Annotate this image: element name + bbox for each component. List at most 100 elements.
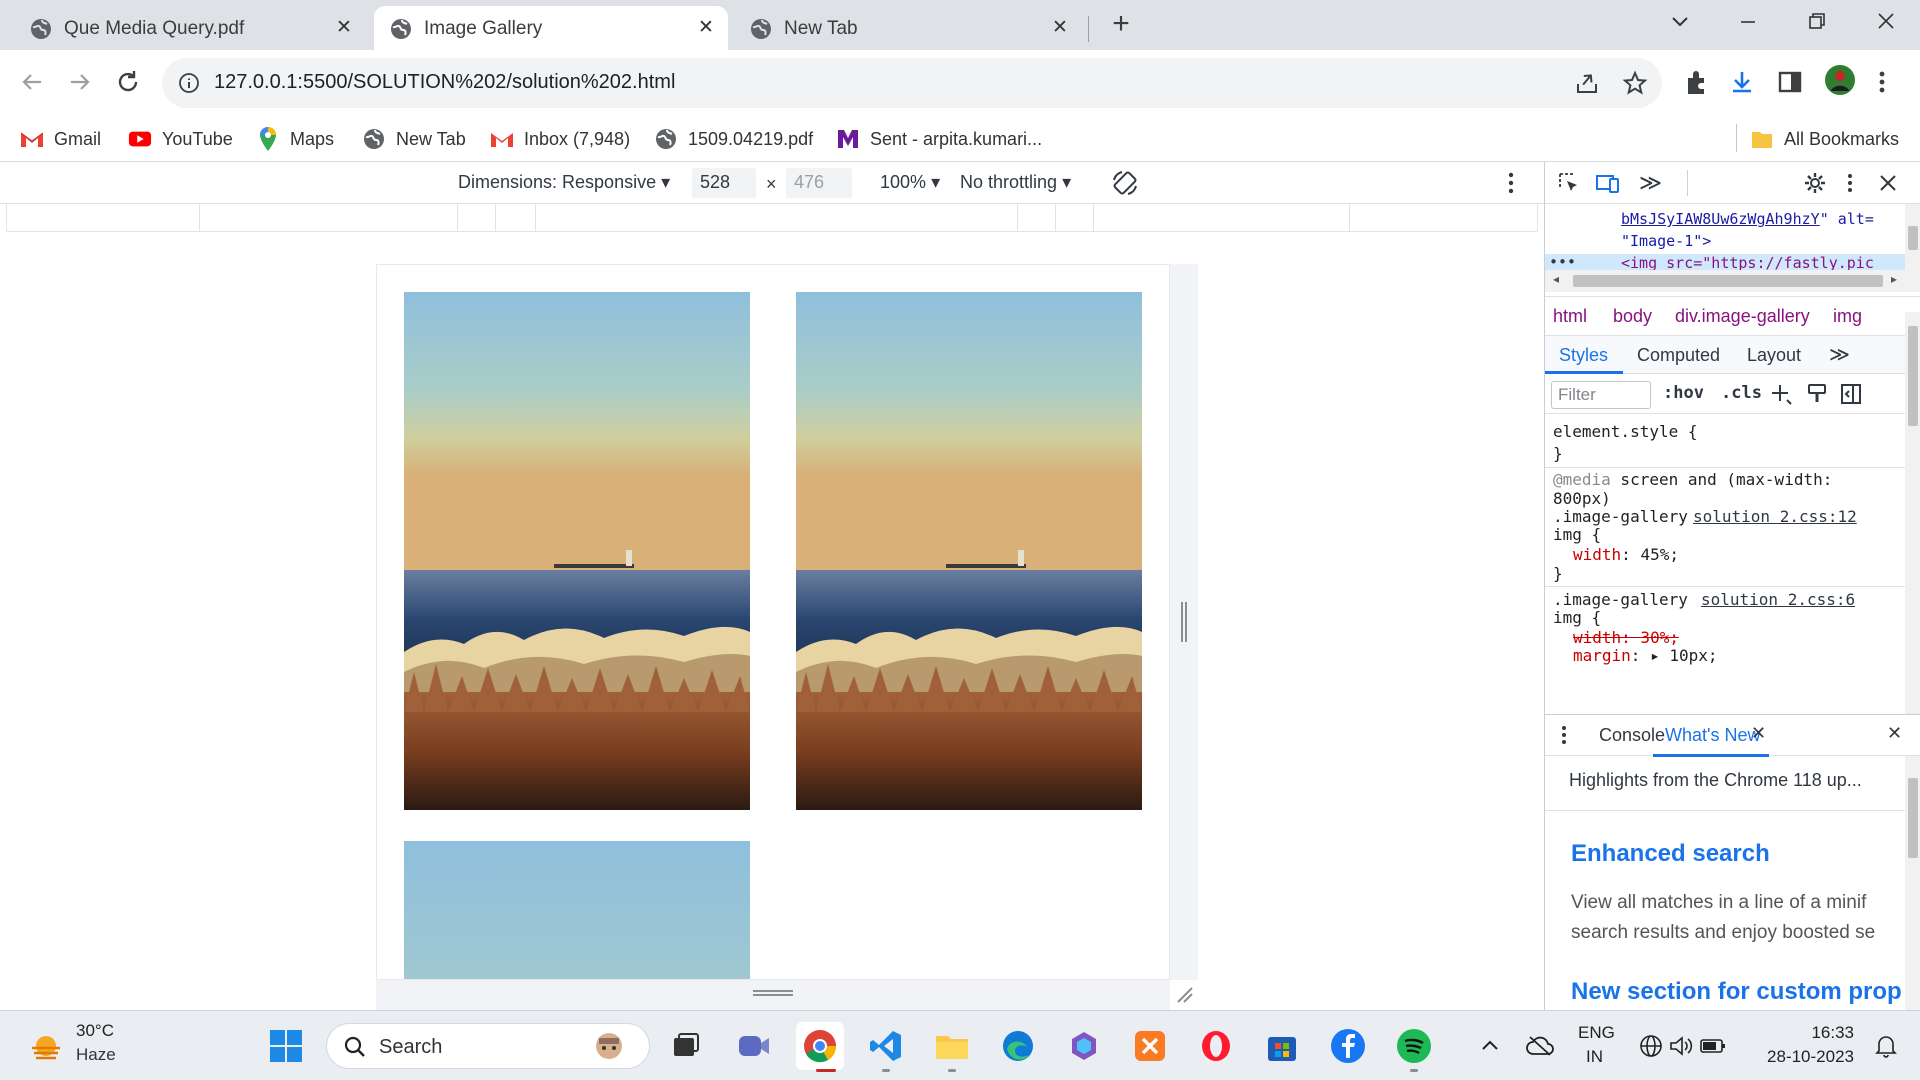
close-icon[interactable]: ✕	[1048, 16, 1072, 40]
tab-search-chevron-icon[interactable]	[1660, 8, 1700, 36]
inspect-element-icon[interactable]	[1557, 171, 1581, 195]
media-query-ruler[interactable]	[6, 204, 1538, 232]
dom-attr-value[interactable]: "Image-1">	[1621, 232, 1711, 250]
throttling-dropdown[interactable]: No throttling ▾	[960, 172, 1071, 193]
dom-horizontal-scrollbar[interactable]: ◂ ▸	[1545, 270, 1905, 292]
resize-corner-icon[interactable]	[1174, 984, 1194, 1004]
edge-icon[interactable]	[994, 1022, 1042, 1070]
tab-computed[interactable]: Computed	[1637, 345, 1720, 366]
tab-image-gallery[interactable]: Image Gallery ✕	[374, 6, 728, 50]
tab-whats-new[interactable]: What's New	[1665, 725, 1760, 746]
reload-icon[interactable]	[110, 64, 146, 100]
file-explorer-icon[interactable]	[928, 1022, 976, 1070]
weather-sun-icon[interactable]	[22, 1022, 70, 1070]
close-window-icon[interactable]	[1866, 8, 1906, 36]
close-icon[interactable]: ✕	[694, 16, 718, 40]
dom-vertical-scrollbar[interactable]	[1905, 204, 1920, 292]
language-eng[interactable]: ENG	[1578, 1023, 1615, 1043]
start-windows-icon[interactable]	[262, 1022, 310, 1070]
battery-icon[interactable]	[1698, 1022, 1728, 1070]
minimize-icon[interactable]	[1728, 8, 1768, 36]
cloud-offline-icon[interactable]	[1516, 1022, 1564, 1070]
rule2-selector[interactable]: .image-gallery	[1553, 590, 1688, 609]
restore-icon[interactable]	[1796, 8, 1836, 36]
new-tab-button[interactable]: +	[1106, 9, 1136, 40]
tab-layout[interactable]: Layout	[1747, 345, 1801, 366]
microsoft-store-icon[interactable]	[1258, 1022, 1306, 1070]
taskbar-search[interactable]: Search	[326, 1023, 650, 1069]
computed-sidebar-icon[interactable]	[1839, 382, 1863, 406]
breadcrumb-body[interactable]: body	[1613, 306, 1652, 327]
menu-kebab-icon[interactable]	[1874, 68, 1890, 96]
close-tab-icon[interactable]: ✕	[1751, 723, 1766, 744]
language-in[interactable]: IN	[1586, 1047, 1603, 1067]
whats-new-highlight[interactable]: Highlights from the Chrome 118 up...	[1569, 770, 1862, 791]
network-globe-icon[interactable]	[1636, 1022, 1666, 1070]
whats-new-scrollbar[interactable]	[1905, 756, 1920, 1010]
close-drawer-icon[interactable]: ✕	[1887, 723, 1902, 744]
tab-styles[interactable]: Styles	[1559, 345, 1608, 366]
dimensions-dropdown[interactable]: Dimensions: Responsive ▾	[458, 172, 670, 193]
close-devtools-icon[interactable]	[1877, 171, 1899, 195]
share-icon[interactable]	[1574, 70, 1600, 96]
task-view-icon[interactable]	[662, 1022, 710, 1070]
bookmark-maps[interactable]: Maps	[256, 124, 334, 154]
back-icon[interactable]	[14, 64, 50, 100]
close-icon[interactable]: ✕	[332, 16, 356, 40]
weather-description[interactable]: Haze	[76, 1045, 116, 1065]
vscode-icon[interactable]	[862, 1022, 910, 1070]
viewport-resize-handle-bottom[interactable]	[376, 980, 1170, 1010]
clock-date[interactable]: 28-10-2023	[1754, 1047, 1854, 1067]
site-info-icon[interactable]	[178, 72, 200, 94]
styles-filter-input[interactable]: Filter	[1551, 381, 1651, 409]
bookmark-star-icon[interactable]	[1622, 70, 1648, 96]
bookmark-gmail[interactable]: Gmail	[20, 124, 101, 154]
bookmark-sent[interactable]: Sent - arpita.kumari...	[836, 124, 1042, 154]
devtools-kebab-icon[interactable]	[1845, 171, 1855, 195]
width-input[interactable]: 528	[692, 168, 756, 198]
dom-ellipsis[interactable]: •••	[1549, 253, 1576, 271]
rule1-selector-2[interactable]: img {	[1553, 525, 1601, 544]
more-subtabs-chevron-icon[interactable]: ≫	[1829, 342, 1850, 367]
element-style-rule[interactable]: element.style {	[1553, 422, 1698, 441]
notifications-bell-icon[interactable]	[1868, 1022, 1904, 1070]
rule2-source-link[interactable]: solution 2.css:6	[1701, 590, 1855, 609]
device-options-kebab-icon[interactable]	[1506, 170, 1516, 196]
styles-scrollbar[interactable]	[1905, 312, 1920, 714]
profile-avatar[interactable]	[1824, 64, 1856, 96]
hov-toggle[interactable]: :hov	[1663, 383, 1704, 403]
copilot-icon[interactable]	[1060, 1022, 1108, 1070]
download-icon[interactable]	[1728, 68, 1756, 96]
volume-icon[interactable]	[1666, 1022, 1696, 1070]
extensions-icon[interactable]	[1682, 68, 1710, 96]
show-hidden-icons-chevron-icon[interactable]	[1466, 1022, 1514, 1070]
drawer-kebab-icon[interactable]	[1559, 723, 1569, 747]
dom-attr-value[interactable]: bMsJSyIAW8Uw6zWgAh9hzY	[1621, 210, 1820, 228]
spotify-icon[interactable]	[1390, 1022, 1438, 1070]
height-input[interactable]: 476	[786, 168, 852, 198]
teams-meet-icon[interactable]	[730, 1022, 778, 1070]
breadcrumb-html[interactable]: html	[1553, 306, 1587, 327]
bookmark-new-tab[interactable]: New Tab	[362, 124, 466, 154]
bookmark-youtube[interactable]: YouTube	[128, 124, 233, 154]
cls-toggle[interactable]: .cls	[1721, 383, 1762, 403]
settings-gear-icon[interactable]	[1803, 171, 1827, 195]
opera-icon[interactable]	[1192, 1022, 1240, 1070]
rule2-selector-2[interactable]: img {	[1553, 608, 1601, 627]
rotate-icon[interactable]	[1110, 168, 1140, 198]
xampp-icon[interactable]	[1126, 1022, 1174, 1070]
rule2-declaration[interactable]: margin: ▸ 10px;	[1573, 646, 1718, 665]
rule1-source-link[interactable]: solution 2.css:12	[1693, 507, 1857, 526]
clock-time[interactable]: 16:33	[1764, 1023, 1854, 1043]
forward-icon[interactable]	[62, 64, 98, 100]
paint-brush-icon[interactable]	[1805, 382, 1829, 406]
all-bookmarks[interactable]: All Bookmarks	[1750, 124, 1899, 154]
address-bar[interactable]: 127.0.0.1:5500/SOLUTION%202/solution%202…	[162, 58, 1662, 108]
weather-temperature[interactable]: 30°C	[76, 1021, 114, 1041]
zoom-dropdown[interactable]: 100% ▾	[880, 172, 940, 193]
more-tabs-chevron-icon[interactable]: ≫	[1639, 170, 1662, 196]
bookmark-pdf[interactable]: 1509.04219.pdf	[654, 124, 813, 154]
facebook-icon[interactable]	[1324, 1022, 1372, 1070]
new-style-rule-icon[interactable]	[1769, 382, 1793, 406]
tab-que-media-query[interactable]: Que Media Query.pdf ✕	[8, 6, 366, 50]
